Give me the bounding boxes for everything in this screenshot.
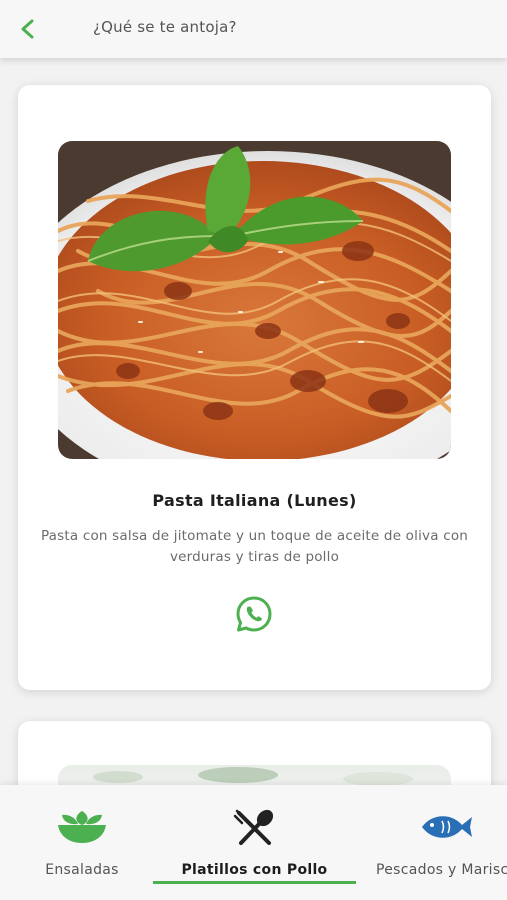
active-tab-indicator bbox=[153, 881, 356, 884]
dish-image bbox=[58, 765, 451, 785]
chevron-left-icon bbox=[21, 19, 34, 39]
tab-label: Pescados y Mariscos bbox=[376, 862, 507, 878]
whatsapp-icon bbox=[236, 596, 272, 632]
dish-title: Pasta Italiana (Lunes) bbox=[152, 491, 357, 510]
fish-icon bbox=[418, 807, 474, 847]
page-title: ¿Qué se te antoja? bbox=[93, 18, 237, 36]
back-button[interactable] bbox=[14, 15, 42, 43]
top-app-bar: ¿Qué se te antoja? bbox=[0, 0, 507, 58]
tab-label: Platillos con Pollo bbox=[181, 862, 328, 878]
leaf-bowl-icon bbox=[54, 807, 110, 847]
dish-card bbox=[18, 721, 491, 785]
dish-description: Pasta con salsa de jitomate y un toque d… bbox=[40, 528, 469, 565]
fork-spoon-icon bbox=[227, 807, 283, 847]
whatsapp-order-button[interactable] bbox=[233, 593, 275, 635]
dish-image bbox=[58, 141, 451, 459]
tab-pescados-y-mariscos[interactable]: Pescados y Mariscos bbox=[376, 785, 507, 900]
tab-ensaladas[interactable]: Ensaladas bbox=[14, 785, 150, 900]
dish-card: Pasta Italiana (Lunes) Pasta con salsa d… bbox=[18, 85, 491, 690]
dish-list[interactable]: Pasta Italiana (Lunes) Pasta con salsa d… bbox=[0, 58, 507, 785]
tab-label: Ensaladas bbox=[45, 862, 119, 878]
category-tab-bar: Ensaladas Platillos con Pollo Pescados y… bbox=[0, 785, 507, 900]
